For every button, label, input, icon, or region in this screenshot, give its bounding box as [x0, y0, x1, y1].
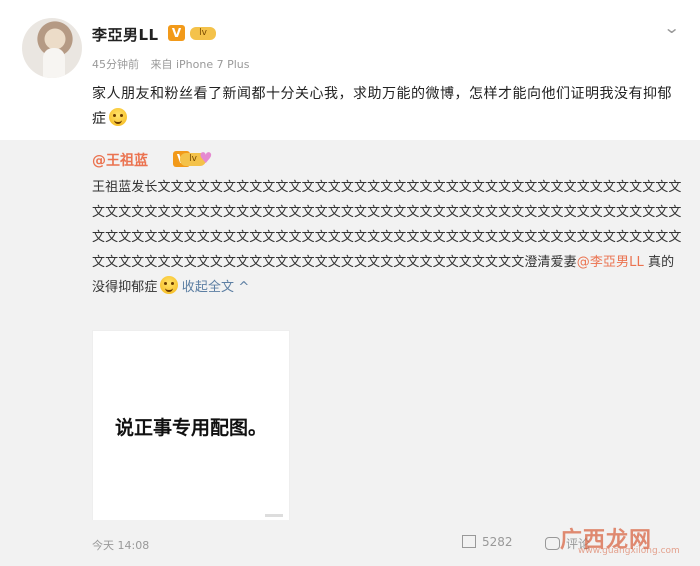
watermark-url: www.guangxilong.com — [578, 546, 680, 556]
collapse-button[interactable]: 收起全文 ^ — [182, 280, 250, 295]
repost-text: 王祖蓝发长文文文文文文文文文文文文文文文文文文文文文文文文文文文文文文文文文文文… — [92, 175, 682, 300]
repost-text-suffix: 澄清爱妻 — [524, 255, 577, 270]
chevron-down-icon[interactable]: ⌄ — [663, 18, 680, 37]
post-text-content: 家人朋友和粉丝看了新闻都十分关心我，求助万能的微博，怎样才能向他们证明我没有抑郁… — [92, 86, 672, 127]
image-caption: 说正事专用配图。 — [114, 417, 267, 439]
post-time: 45分钟前 — [92, 58, 139, 71]
post-text: 家人朋友和粉丝看了新闻都十分关心我，求助万能的微博，怎样才能向他们证明我没有抑郁… — [92, 82, 682, 132]
heart-icon: ♥ — [199, 149, 213, 167]
post-header: 李亞男LL V lv ⌄ 45分钟前 来自 iPhone 7 Plus 家人朋友… — [0, 0, 700, 140]
post-source[interactable]: 来自 iPhone 7 Plus — [151, 58, 250, 71]
repost-icon — [462, 535, 476, 548]
post-username[interactable]: 李亞男LL — [92, 24, 159, 45]
repost-timestamp: 今天 14:08 — [92, 539, 150, 552]
repost-block: @王祖蓝 V lv ♥ 王祖蓝发长文文文文文文文文文文文文文文文文文文文文文文文… — [0, 140, 700, 524]
comment-icon — [545, 537, 560, 550]
mention-link[interactable]: @李亞男LL — [577, 255, 644, 270]
laughing-emoji-icon — [108, 108, 127, 126]
repost-text-prefix: 王祖蓝发长文 — [92, 180, 171, 195]
avatar[interactable] — [22, 18, 82, 78]
smile-emoji-icon — [159, 276, 178, 294]
image-corner-decoration — [265, 514, 283, 517]
post-meta: 45分钟前 来自 iPhone 7 Plus — [92, 56, 258, 72]
repost-count: 5282 — [482, 535, 513, 549]
level-badge-icon: lv — [190, 27, 216, 40]
verified-badge-icon: V — [168, 25, 185, 41]
repost-button[interactable]: 5282 — [462, 535, 513, 549]
repost-username[interactable]: @王祖蓝 — [92, 150, 148, 170]
attached-image[interactable]: 说正事专用配图。 — [92, 330, 290, 524]
